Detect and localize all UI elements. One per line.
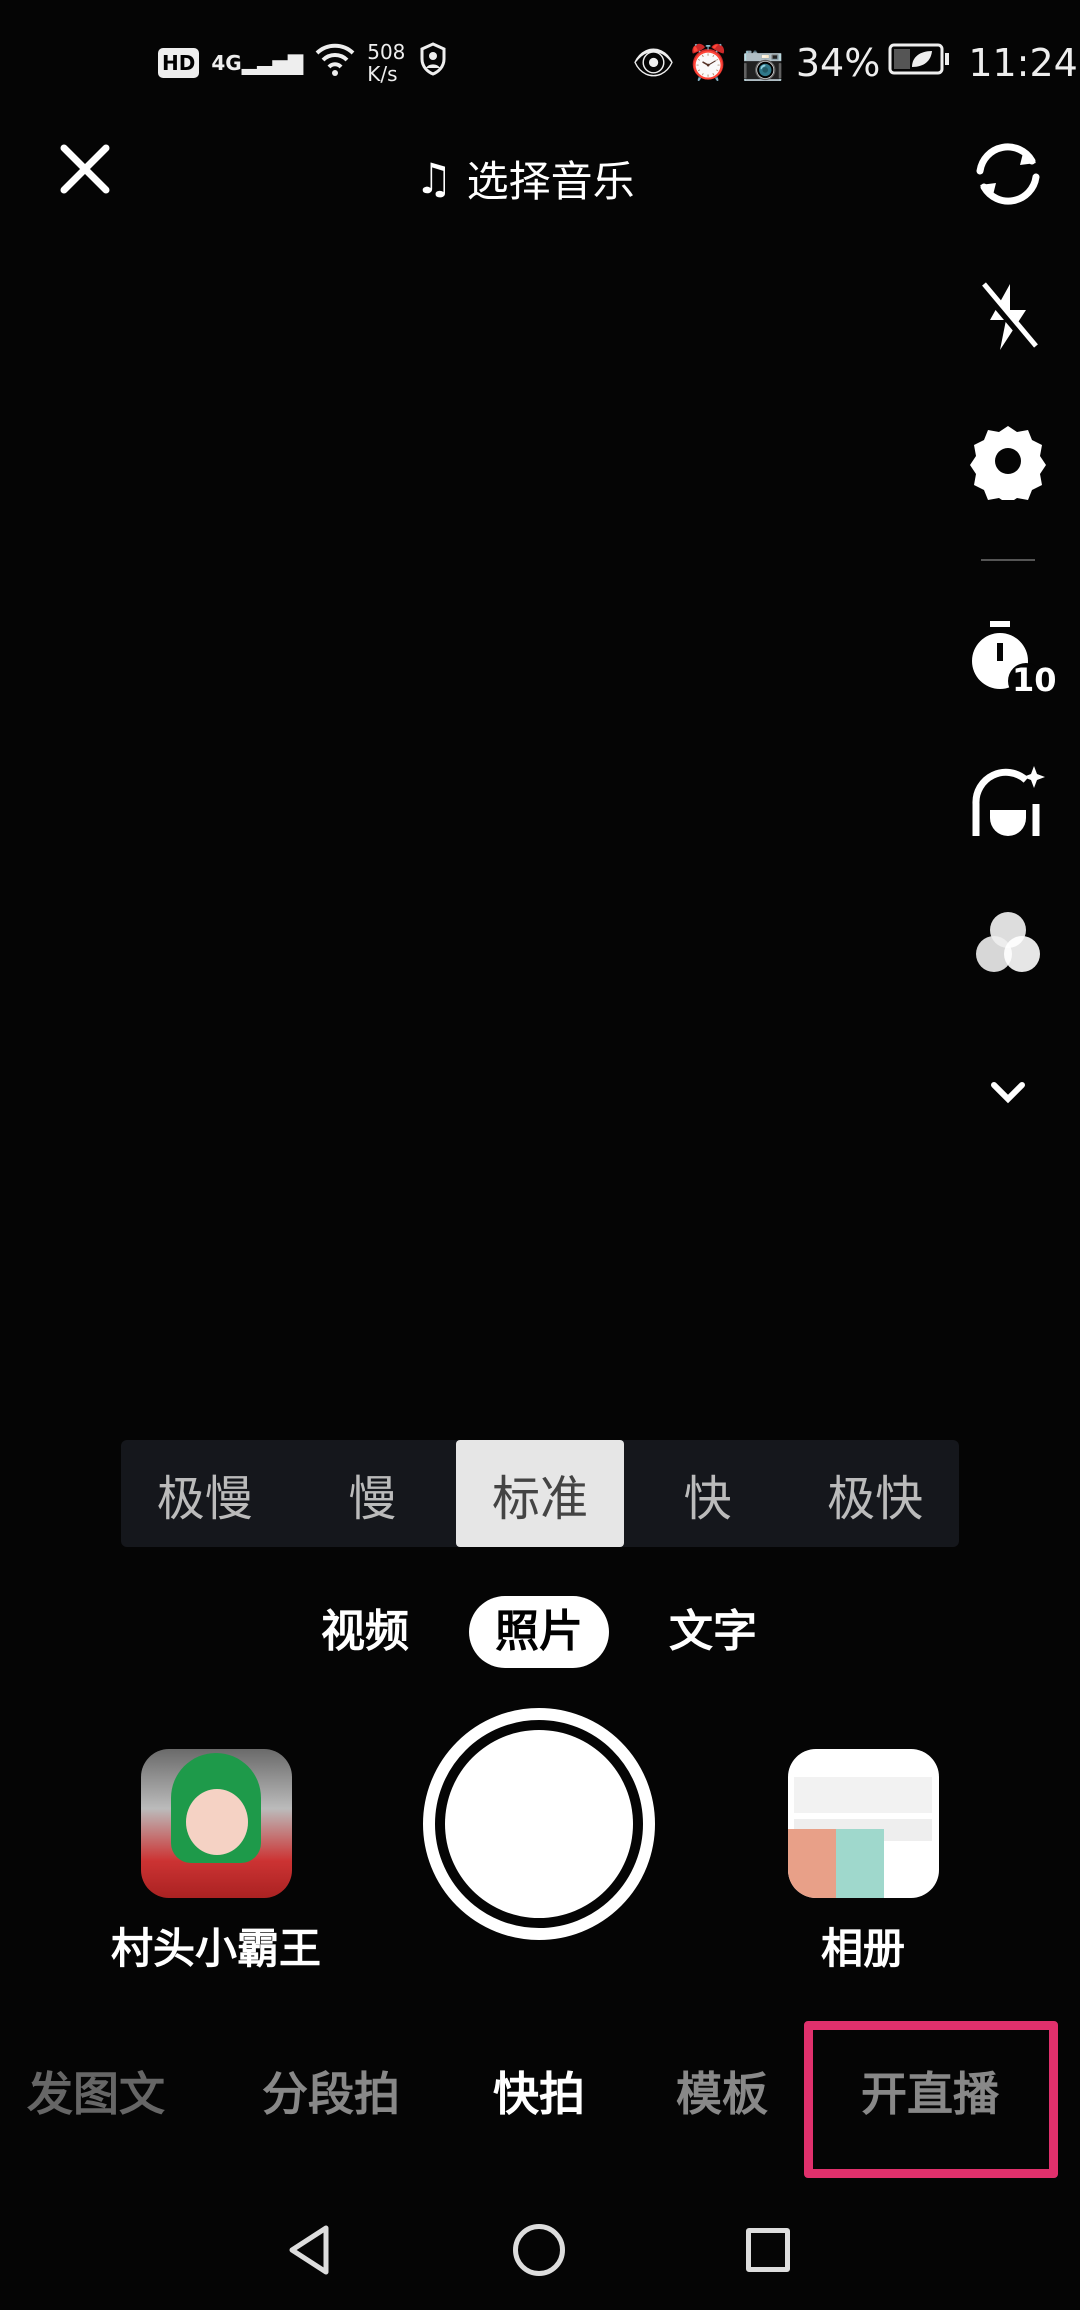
- tab-segment-shoot[interactable]: 分段拍: [262, 2058, 400, 2124]
- tab-quick-shoot[interactable]: 快拍: [493, 2058, 585, 2124]
- close-button[interactable]: [58, 142, 112, 196]
- settings-icon: [970, 426, 1046, 500]
- battery-percent: 34%: [795, 41, 881, 85]
- effect-label[interactable]: 村头小霸王: [111, 1915, 321, 1976]
- close-icon: [60, 144, 110, 194]
- home-button[interactable]: [513, 2224, 565, 2276]
- capture-mode-tabs: 视频 照片 文字: [0, 1596, 1080, 1668]
- back-button[interactable]: [284, 2222, 334, 2278]
- more-tools-button[interactable]: [968, 1052, 1048, 1132]
- settings-button[interactable]: [968, 421, 1048, 501]
- flip-camera-button[interactable]: [968, 134, 1048, 214]
- filter-icon: [976, 912, 1040, 972]
- chevron-down-icon: [991, 1082, 1025, 1104]
- speed-option[interactable]: 极快: [791, 1440, 959, 1547]
- effect-thumbnail[interactable]: [141, 1749, 292, 1898]
- beauty-icon: [972, 766, 1045, 836]
- status-bar-right: 👁 ⏰ 📷 34% 11:24: [632, 36, 1078, 90]
- highlight-box: [804, 2021, 1058, 2178]
- album-preview-row: [794, 1777, 932, 1813]
- flip-camera-icon: [976, 143, 1040, 205]
- camera-icon: 📷: [741, 43, 784, 83]
- beauty-button[interactable]: [968, 760, 1048, 840]
- status-bar-left: HD 4G▂▃▅▇ 508 K/s: [158, 36, 459, 90]
- wifi-icon: [315, 41, 355, 86]
- tab-image-text[interactable]: 发图文: [27, 2058, 165, 2124]
- filter-button[interactable]: [968, 904, 1048, 984]
- album-preview-image: [788, 1829, 836, 1898]
- album-thumbnail[interactable]: [788, 1749, 939, 1898]
- flash-off-icon: [978, 282, 1038, 352]
- battery-icon: [888, 43, 950, 84]
- hd-icon: HD: [158, 48, 200, 78]
- speed-option-selected[interactable]: 标准: [456, 1440, 624, 1547]
- network-speed: 508 K/s: [367, 41, 405, 85]
- effect-face: [186, 1789, 248, 1855]
- recents-button[interactable]: [746, 2228, 790, 2272]
- clock: 11:24: [968, 41, 1078, 85]
- shutter-inner: [445, 1730, 633, 1918]
- speed-option[interactable]: 慢: [289, 1440, 457, 1547]
- select-music-button[interactable]: ♫ 选择音乐: [415, 150, 635, 206]
- timer-value: 10: [1012, 661, 1057, 699]
- mode-tab-photo[interactable]: 照片: [469, 1596, 609, 1668]
- speed-option[interactable]: 极慢: [121, 1440, 289, 1547]
- speed-unit: K/s: [367, 62, 398, 86]
- shield-icon: [419, 41, 447, 85]
- divider: [981, 559, 1035, 561]
- back-icon: [289, 2225, 329, 2275]
- select-music-label: 选择音乐: [466, 156, 635, 206]
- album-preview-image: [836, 1829, 884, 1898]
- eye-icon: 👁: [632, 43, 676, 83]
- music-note-icon: ♫: [415, 153, 453, 203]
- alarm-icon: ⏰: [687, 43, 730, 83]
- tab-template[interactable]: 模板: [676, 2058, 768, 2124]
- speed-value: 508: [367, 40, 406, 64]
- album-label[interactable]: 相册: [821, 1915, 905, 1976]
- shutter-button[interactable]: [423, 1708, 655, 1940]
- speed-selector: 极慢 慢 标准 快 极快: [121, 1440, 959, 1547]
- signal-icon: 4G▂▃▅▇: [211, 51, 304, 75]
- timer-button[interactable]: 10: [968, 619, 1057, 699]
- mode-tab-text[interactable]: 文字: [669, 1596, 757, 1668]
- mode-tab-video[interactable]: 视频: [321, 1596, 409, 1668]
- speed-option[interactable]: 快: [624, 1440, 792, 1547]
- flash-button[interactable]: [968, 277, 1048, 357]
